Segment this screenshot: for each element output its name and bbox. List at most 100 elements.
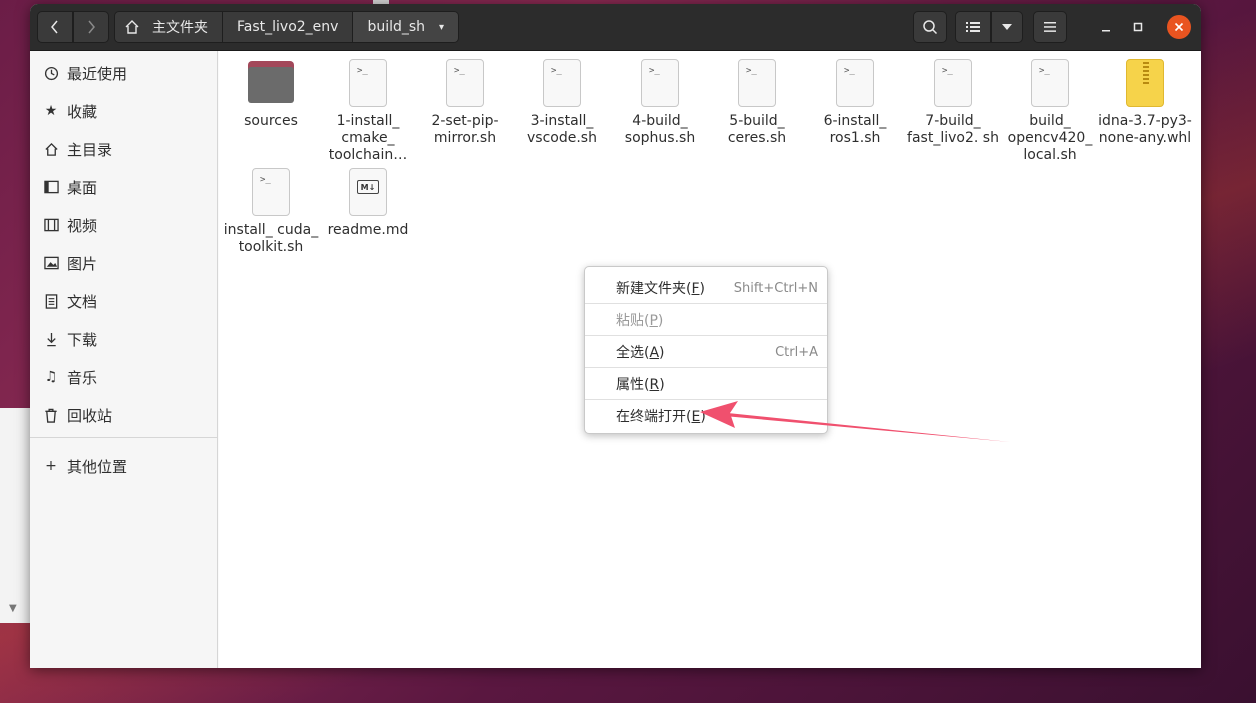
forward-button[interactable]	[73, 11, 109, 43]
sidebar-item-desktop[interactable]: 桌面	[30, 169, 217, 205]
file-item-readme-md[interactable]: M↓ readme.md	[320, 164, 416, 239]
home-icon	[43, 141, 59, 157]
sidebar-item-label: 收藏	[67, 102, 98, 121]
sidebar-item-label: 最近使用	[67, 64, 128, 83]
script-file-icon: >_	[830, 59, 880, 109]
sidebar-item-music[interactable]: ♫ 音乐	[30, 359, 217, 395]
file-item-2-set-pip-mirror[interactable]: >_ 2-set-pip-mirror.sh	[417, 55, 513, 147]
script-file-icon: >_	[246, 168, 296, 218]
file-item-6-install-ros1[interactable]: >_ 6-install_ ros1.sh	[807, 55, 903, 147]
hamburger-icon	[1044, 22, 1056, 32]
markdown-badge: M↓	[357, 180, 379, 194]
menu-item-new-folder[interactable]: 新建文件夹(F) Shift+Ctrl+N	[585, 272, 827, 304]
file-item-1-install-cmake[interactable]: >_ 1-install_ cmake_ toolchain…	[320, 55, 416, 164]
menu-item-shortcut: Shift+Ctrl+N	[733, 280, 818, 296]
sidebar-item-label: 视频	[67, 216, 98, 235]
view-options-button[interactable]	[991, 11, 1023, 43]
clock-icon	[43, 65, 59, 81]
script-prompt: >_	[844, 66, 855, 76]
script-prompt: >_	[746, 66, 757, 76]
close-icon	[1174, 22, 1184, 32]
file-name: 4-build_ sophus.sh	[624, 113, 696, 146]
file-item-7-build-fast-livo2[interactable]: >_ 7-build_ fast_livo2. sh	[905, 55, 1001, 147]
file-item-3-install-vscode[interactable]: >_ 3-install_ vscode.sh	[514, 55, 610, 147]
sidebar: 最近使用 ★ 收藏 主目录 桌面 视频 图片 文档 下载 ♫ 音乐 回收站 + …	[30, 51, 218, 668]
sidebar-divider	[30, 437, 217, 438]
sidebar-item-label: 回收站	[67, 406, 113, 425]
sidebar-item-videos[interactable]: 视频	[30, 207, 217, 243]
sidebar-item-recent[interactable]: 最近使用	[30, 55, 217, 91]
minimize-icon	[1102, 30, 1110, 32]
menu-item-label: 在终端打开(E)	[616, 409, 706, 425]
script-file-icon: >_	[440, 59, 490, 109]
file-item-4-build-sophus[interactable]: >_ 4-build_ sophus.sh	[612, 55, 708, 147]
script-file-icon: >_	[732, 59, 782, 109]
sidebar-item-downloads[interactable]: 下载	[30, 321, 217, 357]
list-view-icon	[966, 22, 980, 32]
sidebar-item-trash[interactable]: 回收站	[30, 397, 217, 433]
markdown-file-icon: M↓	[343, 168, 393, 218]
chevron-left-icon	[51, 20, 58, 34]
file-item-5-build-ceres[interactable]: >_ 5-build_ ceres.sh	[709, 55, 805, 147]
file-name: sources	[244, 113, 298, 129]
sidebar-item-starred[interactable]: ★ 收藏	[30, 93, 217, 129]
sidebar-item-pictures[interactable]: 图片	[30, 245, 217, 281]
sidebar-item-label: 文档	[67, 292, 98, 311]
breadcrumb-fast-livo2-env[interactable]: Fast_livo2_env	[223, 12, 354, 42]
script-file-icon: >_	[928, 59, 978, 109]
image-icon	[43, 255, 59, 271]
maximize-button[interactable]	[1126, 15, 1150, 39]
file-name: idna-3.7-py3-none-any.whl	[1098, 113, 1192, 146]
video-icon	[43, 217, 59, 233]
minimize-button[interactable]	[1094, 15, 1118, 39]
home-icon	[125, 20, 139, 34]
file-name: 3-install_ vscode.sh	[527, 113, 597, 146]
star-icon: ★	[44, 103, 58, 119]
script-prompt: >_	[454, 66, 465, 76]
menu-item-label: 粘贴(P)	[616, 313, 664, 329]
breadcrumb: 主文件夹 Fast_livo2_env build_sh ▾	[114, 11, 460, 43]
caret-down-icon	[1002, 24, 1012, 30]
plus-icon: +	[45, 458, 57, 474]
sidebar-item-documents[interactable]: 文档	[30, 283, 217, 319]
close-button[interactable]	[1167, 15, 1191, 39]
file-name: 2-set-pip-mirror.sh	[431, 113, 499, 146]
menu-item-label: 全选(A)	[616, 345, 665, 361]
maximize-icon	[1133, 22, 1143, 32]
sidebar-item-label: 图片	[67, 254, 98, 273]
breadcrumb-label: build_sh	[367, 19, 426, 35]
scroll-down-icon[interactable]: ▼	[9, 603, 17, 614]
file-name: build_ opencv420_ local.sh	[1007, 113, 1093, 163]
menu-item-select-all[interactable]: 全选(A) Ctrl+A	[585, 336, 827, 368]
menu-item-paste[interactable]: 粘贴(P)	[585, 304, 827, 336]
sidebar-item-other-locations[interactable]: + 其他位置	[30, 448, 217, 484]
menu-button[interactable]	[1033, 11, 1067, 43]
sidebar-item-label: 音乐	[67, 368, 98, 387]
file-name: install_ cuda_ toolkit.sh	[223, 222, 319, 255]
script-prompt: >_	[357, 66, 368, 76]
back-button[interactable]	[37, 11, 73, 43]
menu-item-label: 属性(R)	[616, 377, 665, 393]
list-view-button[interactable]	[955, 11, 991, 43]
menu-item-label: 新建文件夹(F)	[616, 281, 705, 297]
file-name: 7-build_ fast_livo2. sh	[907, 113, 999, 146]
script-file-icon: >_	[1025, 59, 1075, 109]
script-prompt: >_	[942, 66, 953, 76]
background-window[interactable]: ▼	[0, 408, 32, 623]
script-file-icon: >_	[343, 59, 393, 109]
desktop-icon	[43, 179, 59, 195]
breadcrumb-build-sh[interactable]: build_sh ▾	[353, 12, 459, 42]
file-name: readme.md	[327, 222, 409, 238]
file-item-sources[interactable]: sources	[223, 55, 319, 130]
file-item-build-opencv420-local[interactable]: >_ build_ opencv420_ local.sh	[1002, 55, 1098, 164]
annotation-arrow-icon	[700, 401, 1010, 442]
music-icon: ♫	[44, 369, 58, 385]
search-button[interactable]	[913, 11, 947, 43]
menu-item-shortcut: Ctrl+A	[775, 344, 818, 360]
breadcrumb-home[interactable]: 主文件夹	[115, 12, 223, 42]
sidebar-item-home[interactable]: 主目录	[30, 131, 217, 167]
trash-icon	[43, 407, 59, 423]
file-item-idna-whl[interactable]: idna-3.7-py3-none-any.whl	[1097, 55, 1193, 147]
file-item-install-cuda-toolkit[interactable]: >_ install_ cuda_ toolkit.sh	[223, 164, 319, 256]
file-name: 5-build_ ceres.sh	[727, 113, 787, 146]
